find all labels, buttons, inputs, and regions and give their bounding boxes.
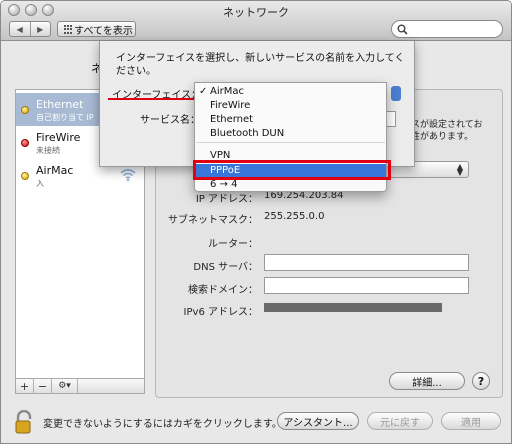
menu-item-airmac[interactable]: ✓ AirMac — [195, 85, 386, 98]
status-description: スが設定されてお 性があります。 — [411, 119, 501, 143]
service-name-label: サービス名： — [140, 115, 200, 126]
menu-item-firewire[interactable]: FireWire — [195, 99, 386, 112]
search-field[interactable] — [391, 20, 503, 38]
sheet-message: インターフェイスを選択し、新しいサービスの名前を入力してください。 — [116, 53, 405, 77]
subnet-mask-value: 255.255.0.0 — [264, 211, 325, 222]
ipv6-address-label: IPv6 アドレス： — [183, 307, 258, 318]
back-forward-buttons: ◀ ▶ — [9, 21, 51, 37]
menu-item-bluetooth-dun[interactable]: Bluetooth DUN — [195, 127, 386, 140]
service-status: 未接続 — [36, 146, 60, 155]
menu-item-ethernet[interactable]: Ethernet — [195, 113, 386, 126]
checkmark-icon: ✓ — [199, 86, 208, 97]
forward-button[interactable]: ▶ — [31, 22, 51, 36]
search-domain-label: 検索ドメイン： — [188, 285, 258, 296]
search-icon — [397, 24, 408, 35]
ip-address-label: IP アドレス： — [195, 194, 258, 205]
menu-separator — [196, 142, 385, 143]
grid-icon — [64, 25, 73, 34]
service-name: FireWire — [36, 131, 81, 144]
service-name: Ethernet — [36, 98, 84, 111]
advanced-button[interactable]: 詳細... — [389, 372, 465, 390]
status-description-line: スが設定されてお — [411, 120, 483, 130]
lock-instruction-text: 変更できないようにするにはカギをクリックします。 — [43, 419, 282, 430]
dns-server-field[interactable] — [264, 254, 469, 271]
toolbar: ネットワーク ◀ ▶ すべてを表示 — [1, 1, 511, 41]
menu-item-label: AirMac — [210, 86, 244, 97]
network-preferences-window: ネットワーク ◀ ▶ すべてを表示 ネ Ethernet 自己割り当て IP F… — [0, 0, 512, 444]
wifi-icon — [120, 169, 136, 182]
add-service-button[interactable]: + — [16, 379, 34, 393]
interface-popup-arrow[interactable] — [391, 86, 401, 101]
apply-button[interactable]: 適用 — [441, 412, 501, 430]
assistant-button[interactable]: アシスタント... — [277, 412, 359, 430]
status-indicator — [21, 172, 29, 180]
back-button[interactable]: ◀ — [10, 22, 31, 36]
action-gear-button[interactable]: ⚙▾ — [52, 379, 78, 393]
red-underline-annotation — [108, 98, 196, 100]
service-list-toolbar: + − ⚙▾ — [15, 378, 145, 394]
lock-icon[interactable] — [13, 409, 37, 439]
status-indicator — [21, 106, 29, 114]
router-label: ルーター： — [208, 239, 258, 250]
ipv6-address-redacted — [264, 303, 442, 312]
updown-arrows-icon: ▲ ▼ — [456, 162, 463, 177]
help-button[interactable]: ? — [472, 372, 490, 390]
window-title: ネットワーク — [223, 6, 289, 19]
dns-server-label: DNS サーバ： — [193, 262, 258, 273]
red-box-annotation — [193, 160, 391, 180]
status-description-line: 性があります。 — [411, 132, 474, 142]
search-domain-field[interactable] — [264, 277, 469, 294]
service-name: AirMac — [36, 164, 74, 177]
status-indicator — [21, 139, 29, 147]
service-status: 自己割り当て IP — [36, 113, 94, 122]
revert-button[interactable]: 元に戻す — [367, 412, 433, 430]
subnet-mask-label: サブネットマスク： — [168, 215, 258, 226]
service-status: 入 — [36, 179, 44, 188]
remove-service-button[interactable]: − — [34, 379, 52, 393]
